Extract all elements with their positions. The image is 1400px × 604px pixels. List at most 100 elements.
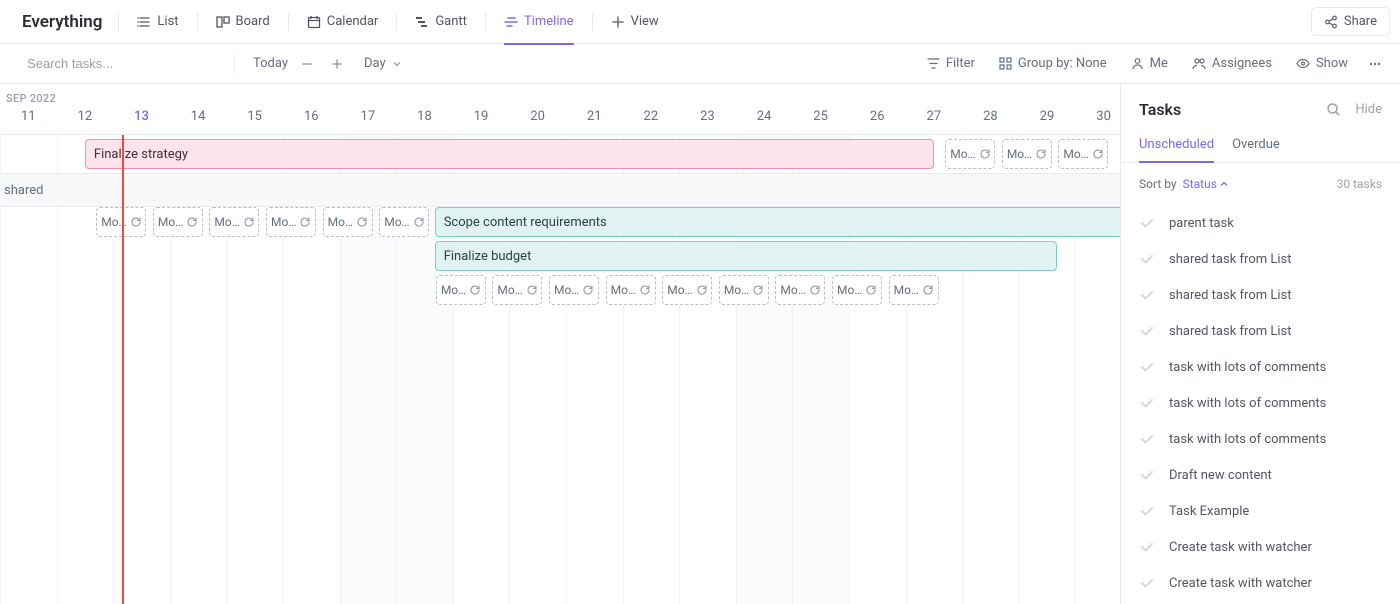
recurring-task-chip[interactable]: Mo… [662,275,712,305]
recurring-task-chip[interactable]: Mo… [209,207,259,237]
today-indicator [122,135,124,604]
search-box[interactable] [10,56,220,71]
recurring-icon [696,284,708,296]
timeline-bar[interactable]: Scope content requirements [435,207,1120,237]
view-tab-gantt[interactable]: Gantt [401,0,481,44]
recurring-task-chip[interactable]: Mo… [606,275,656,305]
check-icon[interactable] [1139,359,1155,375]
plus-icon [611,15,625,29]
assignees-button[interactable]: Assignees [1188,56,1276,71]
page-title: Everything [10,12,114,32]
date-header: 22 [623,109,680,134]
check-icon[interactable] [1139,215,1155,231]
check-icon[interactable] [1139,323,1155,339]
task-item[interactable]: task with lots of comments [1121,349,1400,385]
check-icon[interactable] [1139,503,1155,519]
show-button[interactable]: Show [1292,56,1352,71]
tasks-panel: Tasks Hide UnscheduledOverdue Sort by St… [1120,84,1400,604]
recurring-task-chip[interactable]: Mo… [719,275,769,305]
recurring-icon [356,216,368,228]
date-header: 15 [226,109,283,134]
timeline-area[interactable]: SEP 2022 1112131415161718192021222324252… [0,84,1120,604]
recurring-task-chip[interactable]: Mo… [323,207,373,237]
task-item[interactable]: shared task from List [1121,313,1400,349]
scale-dropdown[interactable]: Day [360,56,406,71]
me-label: Me [1150,56,1168,71]
recurring-icon [526,284,538,296]
recurring-icon [243,216,255,228]
task-name: shared task from List [1169,288,1291,303]
check-icon[interactable] [1139,251,1155,267]
today-button[interactable]: Today [249,56,292,71]
recurring-task-chip[interactable]: Mo… [153,207,203,237]
check-icon[interactable] [1139,431,1155,447]
search-input[interactable] [27,56,203,71]
recurring-icon [639,284,651,296]
task-name: shared task from List [1169,252,1291,267]
group-by-button[interactable]: Group by: None [995,56,1111,71]
recurring-icon [413,216,425,228]
show-label: Show [1316,56,1348,71]
filter-button[interactable]: Filter [923,56,979,71]
zoom-out-button[interactable] [296,53,318,75]
view-tab-list[interactable]: List [123,0,192,44]
recurring-task-chip[interactable]: Mo… [492,275,542,305]
view-tab-timeline[interactable]: Timeline [490,0,588,44]
task-item[interactable]: parent task [1121,205,1400,241]
recurring-task-chip[interactable]: Mo… [1002,139,1052,169]
chevron-down-icon[interactable] [211,58,212,70]
check-icon[interactable] [1139,287,1155,303]
recurring-task-chip[interactable]: Mo… [379,207,429,237]
task-item[interactable]: Task Example [1121,493,1400,529]
check-icon[interactable] [1139,539,1155,555]
more-button[interactable] [1364,53,1386,75]
task-item[interactable]: shared task from List [1121,241,1400,277]
date-header: 30 [1075,109,1120,134]
person-icon [1131,57,1144,70]
check-icon[interactable] [1139,467,1155,483]
recurring-icon [922,284,934,296]
share-label: Share [1344,14,1377,29]
task-item[interactable]: Create task with watcher [1121,565,1400,601]
recurring-icon [582,284,594,296]
recurring-task-chip[interactable]: Mo… [549,275,599,305]
chip-label: Mo… [271,215,296,229]
panel-tab-overdue[interactable]: Overdue [1232,127,1280,162]
recurring-task-chip[interactable]: Mo… [832,275,882,305]
date-header: 18 [396,109,453,134]
chip-label: Mo… [611,283,636,297]
chip-label: Mo… [1007,147,1032,161]
recurring-icon [1092,148,1104,160]
task-item[interactable]: Create task with watcher [1121,529,1400,565]
panel-tab-unscheduled[interactable]: Unscheduled [1139,127,1214,162]
hide-button[interactable]: Hide [1355,102,1382,117]
timeline-bar[interactable]: Finalize strategy [85,139,934,169]
view-tab-board[interactable]: Board [202,0,284,44]
date-header: 13 [113,109,170,134]
task-item[interactable]: Draft new content [1121,457,1400,493]
sort-dropdown[interactable]: Status [1183,177,1228,191]
task-item[interactable]: shared task from List [1121,277,1400,313]
recurring-task-chip[interactable]: Mo… [945,139,995,169]
task-item[interactable]: task with lots of comments [1121,421,1400,457]
date-header: 26 [849,109,906,134]
recurring-task-chip[interactable]: Mo… [889,275,939,305]
date-header: 21 [566,109,623,134]
task-item[interactable]: task with lots of comments [1121,385,1400,421]
share-button[interactable]: Share [1311,7,1390,36]
zoom-in-button[interactable] [326,53,348,75]
check-icon[interactable] [1139,395,1155,411]
recurring-task-chip[interactable]: Mo… [1058,139,1108,169]
recurring-task-chip[interactable]: Mo… [266,207,316,237]
search-icon[interactable] [1326,102,1341,117]
divider [485,13,486,31]
add-view-button[interactable]: View [597,0,673,44]
view-tab-label: Board [236,14,270,29]
timeline-bar[interactable]: Finalize budget [435,241,1058,271]
chip-label: Mo… [837,283,862,297]
check-icon[interactable] [1139,575,1155,591]
recurring-task-chip[interactable]: Mo… [775,275,825,305]
me-button[interactable]: Me [1127,56,1172,71]
view-tab-calendar[interactable]: Calendar [293,0,393,44]
recurring-task-chip[interactable]: Mo… [436,275,486,305]
